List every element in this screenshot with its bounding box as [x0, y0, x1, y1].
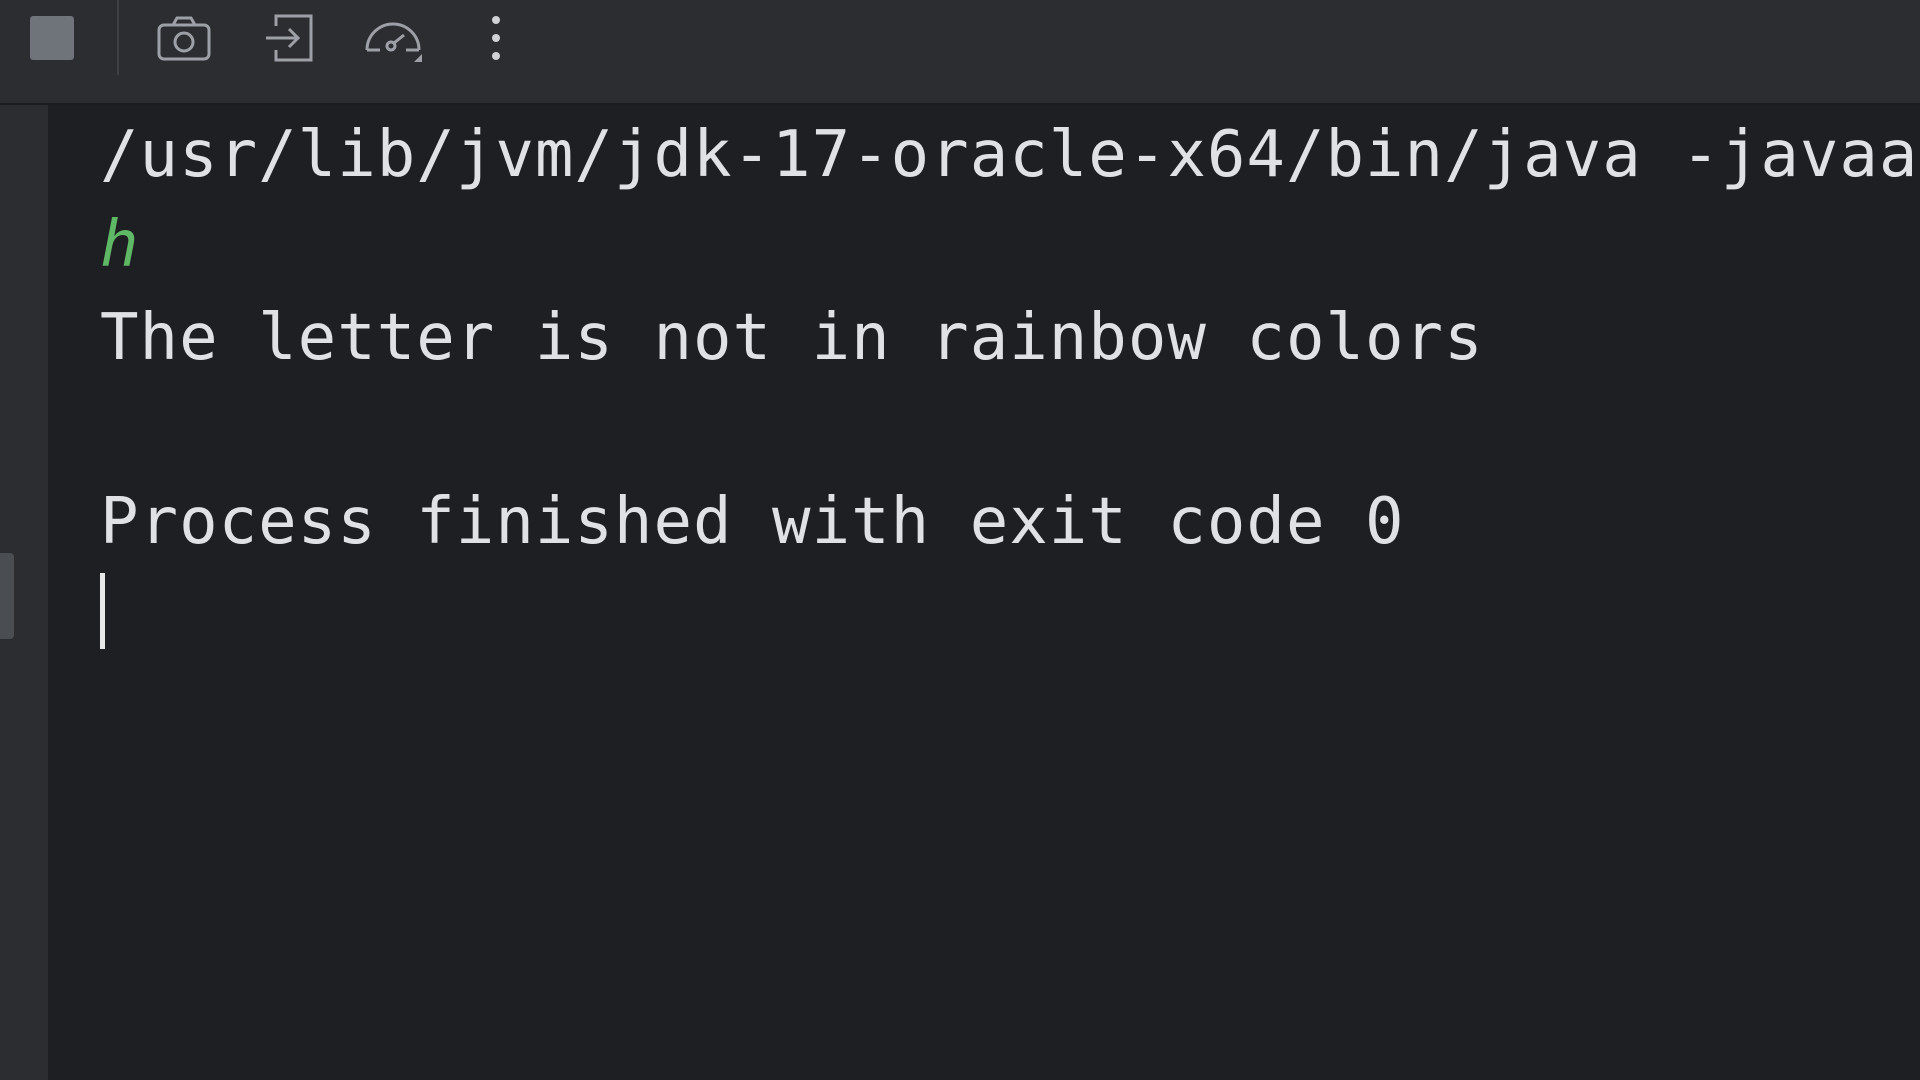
stop-icon — [30, 15, 74, 60]
console-output[interactable]: /usr/lib/jvm/jdk-17-oracle-x64/bin/java … — [48, 105, 1920, 1080]
speedometer-icon — [365, 22, 422, 62]
toolbar-separator — [117, 0, 119, 75]
console-gutter — [0, 105, 48, 1080]
text-caret — [100, 573, 105, 649]
more-button[interactable] — [476, 0, 516, 75]
run-toolbar — [0, 0, 1920, 105]
screenshot-button[interactable] — [150, 0, 218, 75]
profiler-button[interactable] — [356, 0, 432, 75]
more-vertical-icon — [492, 15, 500, 60]
program-output-line: The letter is not in rainbow colors — [100, 301, 1484, 375]
command-line: /usr/lib/jvm/jdk-17-oracle-x64/bin/java … — [100, 118, 1920, 192]
exit-button[interactable] — [256, 0, 324, 75]
exit-message-line: Process finished with exit code 0 — [100, 485, 1405, 559]
camera-icon — [157, 16, 211, 60]
gutter-handle[interactable] — [0, 553, 14, 639]
user-input-line: h — [100, 208, 140, 282]
exit-icon — [266, 14, 313, 61]
stop-button[interactable] — [20, 0, 84, 75]
